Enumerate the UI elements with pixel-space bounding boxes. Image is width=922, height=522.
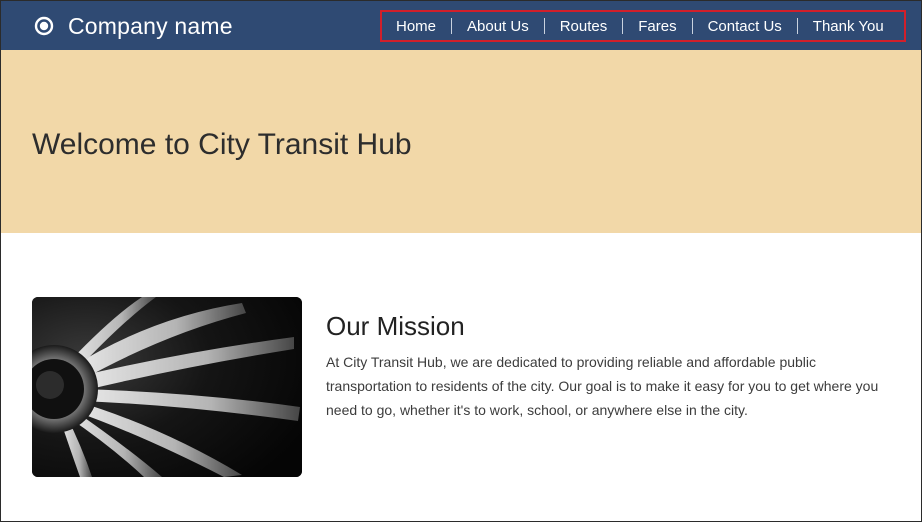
hero-banner: Welcome to City Transit Hub (1, 50, 921, 233)
circle-logo-icon (34, 16, 54, 36)
nav-about-us[interactable]: About Us (467, 18, 529, 35)
nav-divider (451, 18, 453, 34)
nav-divider (622, 18, 624, 34)
nav-fares[interactable]: Fares (638, 18, 676, 35)
nav-divider (691, 18, 693, 34)
brand-name: Company name (68, 12, 233, 39)
mission-image (32, 297, 302, 477)
nav-divider (796, 18, 798, 34)
browser-frame: Company name Home About Us Routes Fares … (0, 0, 922, 522)
top-navbar: Company name Home About Us Routes Fares … (1, 1, 921, 50)
main-nav: Home About Us Routes Fares Contact Us Th… (380, 10, 906, 42)
mission-text: At City Transit Hub, we are dedicated to… (326, 354, 879, 418)
hero-title: Welcome to City Transit Hub (32, 128, 412, 161)
jet-engine-image (32, 297, 302, 477)
mission-title: Our Mission (326, 311, 465, 341)
nav-routes[interactable]: Routes (560, 18, 608, 35)
nav-thank-you[interactable]: Thank You (813, 18, 884, 35)
nav-home[interactable]: Home (396, 18, 436, 35)
nav-divider (543, 18, 545, 34)
nav-contact-us[interactable]: Contact Us (708, 18, 782, 35)
brand[interactable]: Company name (34, 11, 233, 41)
